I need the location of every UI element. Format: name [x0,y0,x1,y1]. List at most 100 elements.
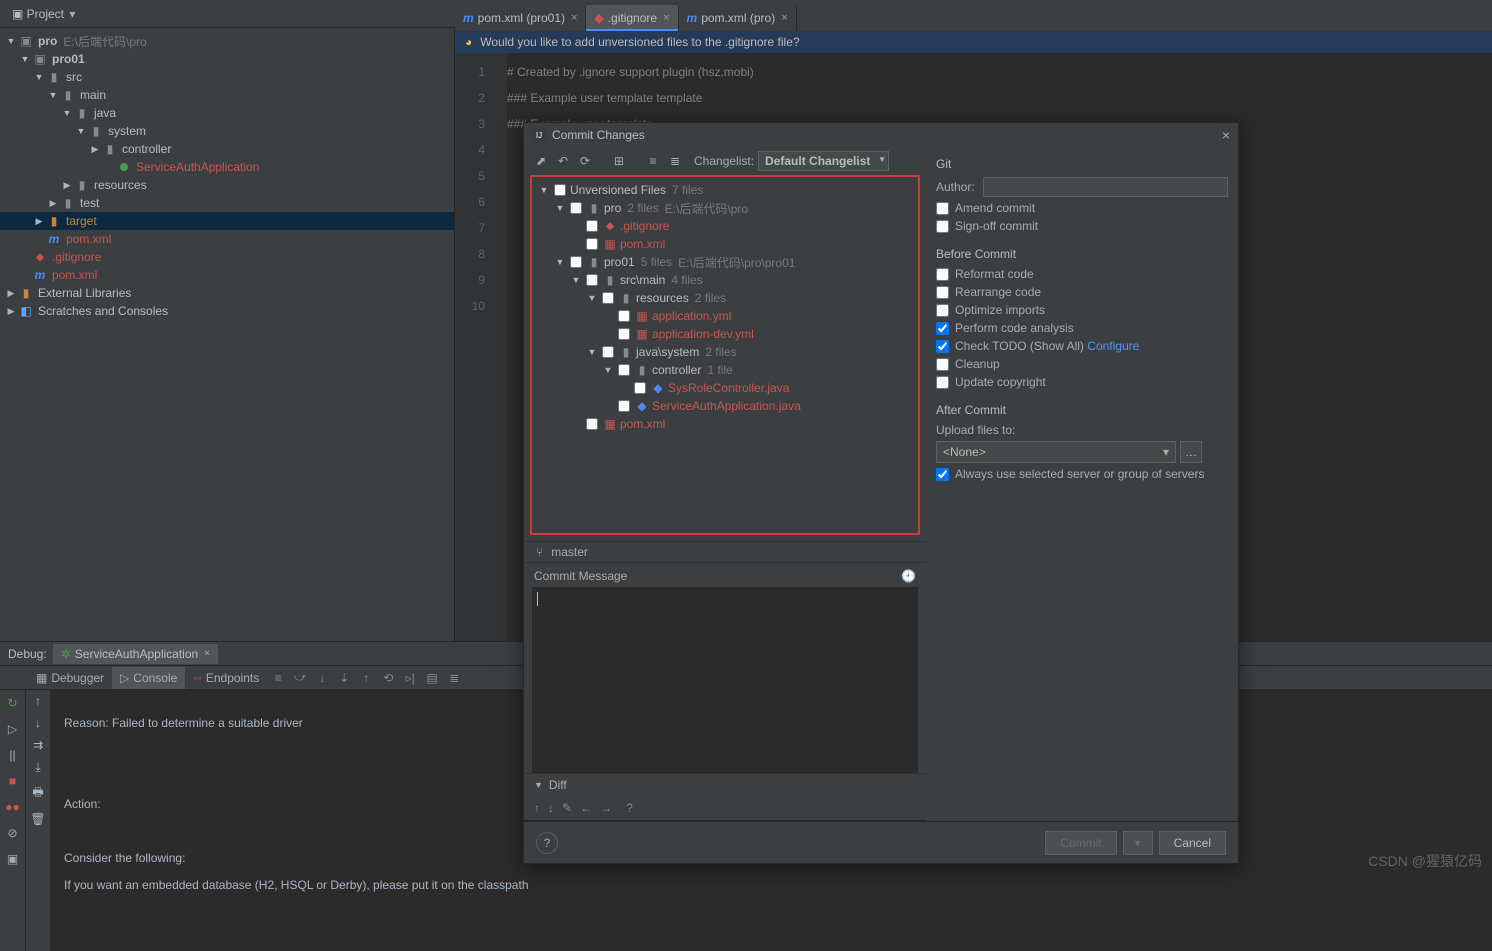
refresh-icon[interactable]: ⟳ [576,152,594,170]
tree-file[interactable]: ◆SysRoleController.java [532,379,918,397]
tree-node-controller[interactable]: ▶▮controller [0,140,454,158]
run-to-cursor-icon[interactable]: ▹| [399,671,421,685]
unversioned-group[interactable]: ▼Unversioned Files7 files [532,181,918,199]
branch-row[interactable]: ⑂master [524,541,926,563]
tree-node[interactable]: ▼▮controller1 file [532,361,918,379]
checkbox[interactable] [618,328,630,340]
tree-node-gitignore[interactable]: ◆.gitignore [0,248,454,266]
checkbox[interactable] [570,202,582,214]
checkbox[interactable] [586,418,598,430]
diff-section[interactable]: ▼Diff [524,773,926,795]
cleanup-checkbox[interactable] [936,358,949,371]
reformat-checkbox[interactable] [936,268,949,281]
todo-checkbox[interactable] [936,340,949,353]
notification-bar[interactable]: ◕ Would you like to add unversioned file… [455,31,1492,53]
prev-change-icon[interactable]: ↑ [534,801,540,815]
print-icon[interactable]: 🖶 [32,783,43,804]
threads-icon[interactable]: ≡ [267,671,289,685]
help-button[interactable]: ? [536,832,558,854]
tree-node-pom1[interactable]: mpom.xml [0,230,454,248]
optimize-checkbox[interactable] [936,304,949,317]
checkbox[interactable] [602,346,614,358]
close-icon[interactable]: × [204,648,210,659]
checkbox[interactable] [618,400,630,412]
browse-button[interactable]: … [1180,441,1202,463]
editor-tab-pom-pro[interactable]: mpom.xml (pro)× [679,5,797,31]
changelist-select[interactable]: Default Changelist [758,151,889,171]
tree-node-scratches[interactable]: ▶◧Scratches and Consoles [0,302,454,320]
tree-node-test[interactable]: ▶▮test [0,194,454,212]
tree-file[interactable]: ◆ServiceAuthApplication.java [532,397,918,415]
close-icon[interactable]: × [571,12,577,24]
tree-node-target[interactable]: ▶▮target [0,212,454,230]
collapse-all-icon[interactable]: ≣ [666,152,684,170]
expand-all-icon[interactable]: ≡ [644,152,662,170]
tree-node-java[interactable]: ▼▮java [0,104,454,122]
project-dropdown[interactable]: ▣ Project ▾ [6,5,81,23]
debug-session-tab[interactable]: ✲ServiceAuthApplication× [53,644,218,664]
tree-node[interactable]: ▼▮src\main4 files [532,271,918,289]
tree-root[interactable]: ▼▣proE:\后端代码\pro [0,32,454,50]
editor-tab-pom-pro01[interactable]: mpom.xml (pro01)× [455,5,586,31]
undo-icon[interactable]: ↶ [554,152,572,170]
step-over-icon[interactable]: ⤻ [289,670,311,685]
help-icon[interactable]: ? [626,801,633,815]
step-out-icon[interactable]: ↑ [355,671,377,685]
tree-file[interactable]: ◆.gitignore [532,217,918,235]
force-step-icon[interactable]: ⇣ [333,671,355,685]
editor-tab-gitignore[interactable]: ◆.gitignore× [586,5,678,31]
tab-endpoints[interactable]: ◦◦Endpoints [185,667,267,689]
analysis-checkbox[interactable] [936,322,949,335]
tree-node[interactable]: ▼▮pro2 filesE:\后端代码\pro [532,199,918,217]
close-icon[interactable]: × [663,12,669,24]
signoff-checkbox[interactable] [936,220,949,233]
up-icon[interactable]: ↑ [35,694,41,708]
checkbox[interactable] [634,382,646,394]
tree-node[interactable]: ▼▮java\system2 files [532,343,918,361]
checkbox[interactable] [602,292,614,304]
commit-message-input[interactable] [532,587,918,773]
tab-console[interactable]: ▷Console [112,667,185,689]
tree-file[interactable]: ▦application.yml [532,307,918,325]
rerun-icon[interactable]: ↻ [4,694,22,712]
close-icon[interactable]: × [1222,127,1230,143]
tree-node-extlib[interactable]: ▶▮External Libraries [0,284,454,302]
checkbox[interactable] [618,310,630,322]
expand-icon[interactable]: ⬈ [532,152,550,170]
close-icon[interactable]: × [781,12,787,24]
layout-icon[interactable]: ▣ [4,850,22,868]
checkbox[interactable] [586,220,598,232]
down-icon[interactable]: ↓ [35,716,41,730]
tab-debugger[interactable]: ▦Debugger [28,667,112,689]
tree-file[interactable]: ▦pom.xml [532,415,918,433]
more-icon[interactable]: ≣ [443,671,465,685]
commit-button[interactable]: Commit [1045,831,1116,855]
step-into-icon[interactable]: ↓ [311,671,333,685]
back-icon[interactable]: ← [580,801,592,815]
mute-icon[interactable]: ⊘ [4,824,22,842]
copyright-checkbox[interactable] [936,376,949,389]
rearrange-checkbox[interactable] [936,286,949,299]
tree-node-system[interactable]: ▼▮system [0,122,454,140]
amend-checkbox[interactable] [936,202,949,215]
pause-icon[interactable]: || [4,746,22,764]
tree-node[interactable]: ▼▮resources2 files [532,289,918,307]
commit-dropdown[interactable]: ▾ [1123,831,1153,855]
history-icon[interactable]: 🕘 [901,569,916,583]
tree-node-resources[interactable]: ▶▮resources [0,176,454,194]
dialog-titlebar[interactable]: IJ Commit Changes × [524,123,1238,147]
stop-icon[interactable]: ■ [4,772,22,790]
resume-icon[interactable]: ▷ [4,720,22,738]
tree-node[interactable]: ▼▮pro015 filesE:\后端代码\pro\pro01 [532,253,918,271]
checkbox[interactable] [554,184,566,196]
tree-node-main[interactable]: ▼▮main [0,86,454,104]
tree-node-serviceauth[interactable]: ServiceAuthApplication [0,158,454,176]
checkbox[interactable] [618,364,630,376]
configure-link[interactable]: Configure [1087,339,1139,353]
evaluate-icon[interactable]: ▤ [421,671,443,685]
forward-icon[interactable]: → [600,801,612,815]
edit-icon[interactable]: ✎ [562,801,572,815]
tree-node-pom2[interactable]: mpom.xml [0,266,454,284]
tree-file[interactable]: ▦pom.xml [532,235,918,253]
checkbox[interactable] [586,238,598,250]
